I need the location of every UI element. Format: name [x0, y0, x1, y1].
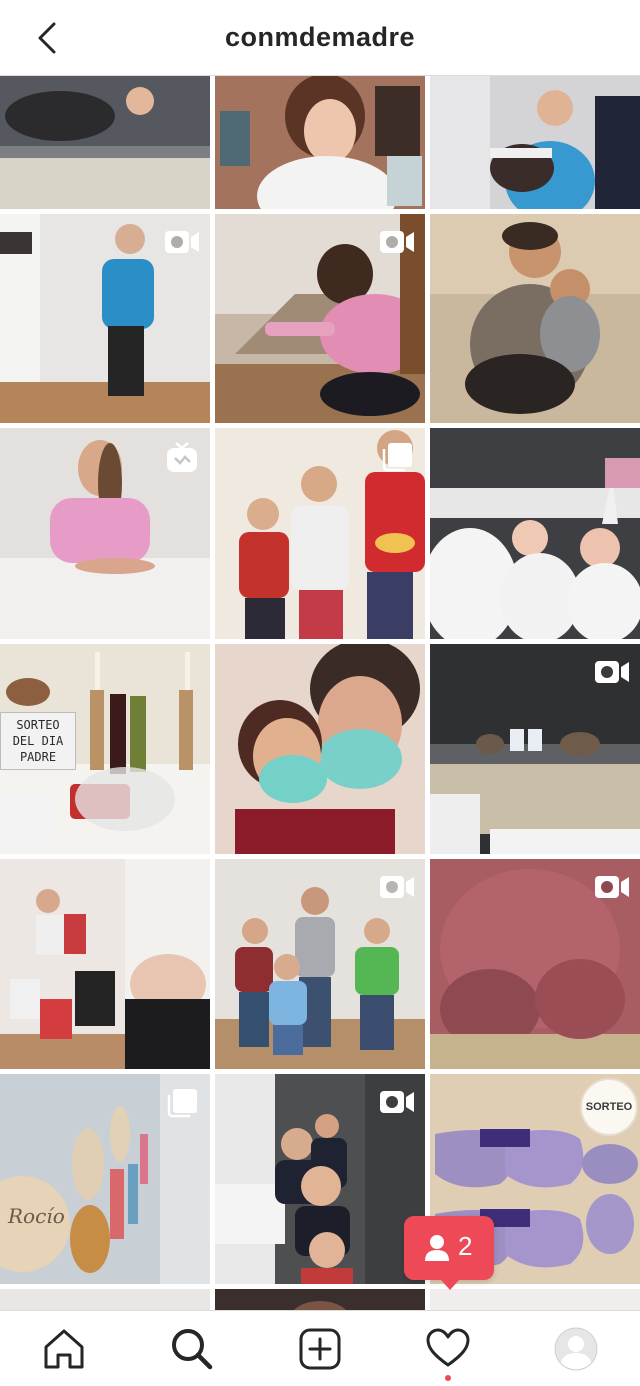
heart-icon — [426, 1328, 470, 1367]
grid-post[interactable] — [0, 76, 210, 209]
grid-post[interactable] — [0, 214, 210, 423]
avatar — [554, 1327, 598, 1371]
video-badge — [379, 873, 415, 901]
video-badge — [164, 228, 200, 256]
notification-count: 2 — [458, 1231, 473, 1261]
post-thumbnail — [215, 76, 425, 209]
post-thumbnail — [430, 1289, 640, 1310]
post-thumbnail — [215, 1289, 425, 1310]
video-badge — [379, 1088, 415, 1116]
video-camera-icon — [380, 1091, 414, 1113]
grid-post[interactable] — [430, 859, 640, 1069]
post-thumbnail — [0, 1289, 210, 1310]
tab-home[interactable] — [40, 1325, 88, 1373]
video-camera-icon — [380, 231, 414, 253]
post-thumbnail — [215, 644, 425, 854]
grid-post[interactable] — [0, 859, 210, 1069]
post-thumbnail — [0, 76, 210, 209]
carousel-badge — [164, 1088, 200, 1118]
grid-post[interactable] — [215, 428, 425, 639]
grid-post[interactable] — [430, 76, 640, 209]
grid-post[interactable] — [215, 1074, 425, 1284]
grid-post[interactable] — [215, 214, 425, 423]
name-tag: Rocío — [8, 1204, 65, 1228]
tab-search[interactable] — [168, 1325, 216, 1373]
grid-post[interactable] — [430, 214, 640, 423]
search-icon — [172, 1329, 213, 1370]
sorteo-sticker: SORTEO — [580, 1078, 638, 1136]
video-camera-icon — [165, 231, 199, 253]
profile-username: conmdemadre — [224, 22, 416, 52]
sorteo-sign: SORTEO DEL DIA PADRE — [0, 712, 76, 770]
video-camera-icon — [595, 661, 629, 683]
top-bar: conmdemadre — [0, 0, 640, 76]
video-camera-icon — [380, 876, 414, 898]
grid-post[interactable]: SORTEO DEL DIA PADRE — [0, 644, 210, 854]
carousel-icon — [167, 1089, 197, 1118]
post-thumbnail — [430, 76, 640, 209]
igtv-badge — [164, 442, 200, 472]
carousel-icon — [382, 443, 412, 472]
home-icon — [44, 1329, 84, 1369]
video-badge — [379, 228, 415, 256]
post-thumbnail — [430, 214, 640, 423]
grid-post[interactable] — [430, 428, 640, 639]
igtv-icon — [167, 442, 197, 472]
activity-dot — [445, 1375, 451, 1381]
activity-notification[interactable]: 2 — [404, 1216, 494, 1290]
post-grid: SORTEO DEL DIA PADRE Rocío SORTEO — [0, 76, 640, 1310]
video-camera-icon — [595, 876, 629, 898]
video-badge — [594, 873, 630, 901]
tab-profile[interactable] — [552, 1325, 600, 1373]
bottom-tab-bar — [0, 1310, 640, 1386]
grid-post[interactable] — [430, 1289, 640, 1310]
grid-post[interactable] — [215, 859, 425, 1069]
grid-post[interactable] — [215, 644, 425, 854]
carousel-badge — [379, 442, 415, 472]
post-thumbnail — [0, 859, 210, 1069]
tab-activity[interactable] — [424, 1325, 472, 1381]
grid-post[interactable] — [430, 644, 640, 854]
grid-post[interactable] — [215, 76, 425, 209]
grid-post[interactable] — [0, 428, 210, 639]
plus-square-icon — [299, 1328, 341, 1370]
grid-post[interactable]: Rocío — [0, 1074, 210, 1284]
video-badge — [594, 658, 630, 686]
user-icon — [425, 1235, 449, 1261]
grid-post[interactable] — [0, 1289, 210, 1310]
post-thumbnail — [430, 428, 640, 639]
tab-new-post[interactable] — [296, 1325, 344, 1373]
grid-post[interactable] — [215, 1289, 425, 1310]
